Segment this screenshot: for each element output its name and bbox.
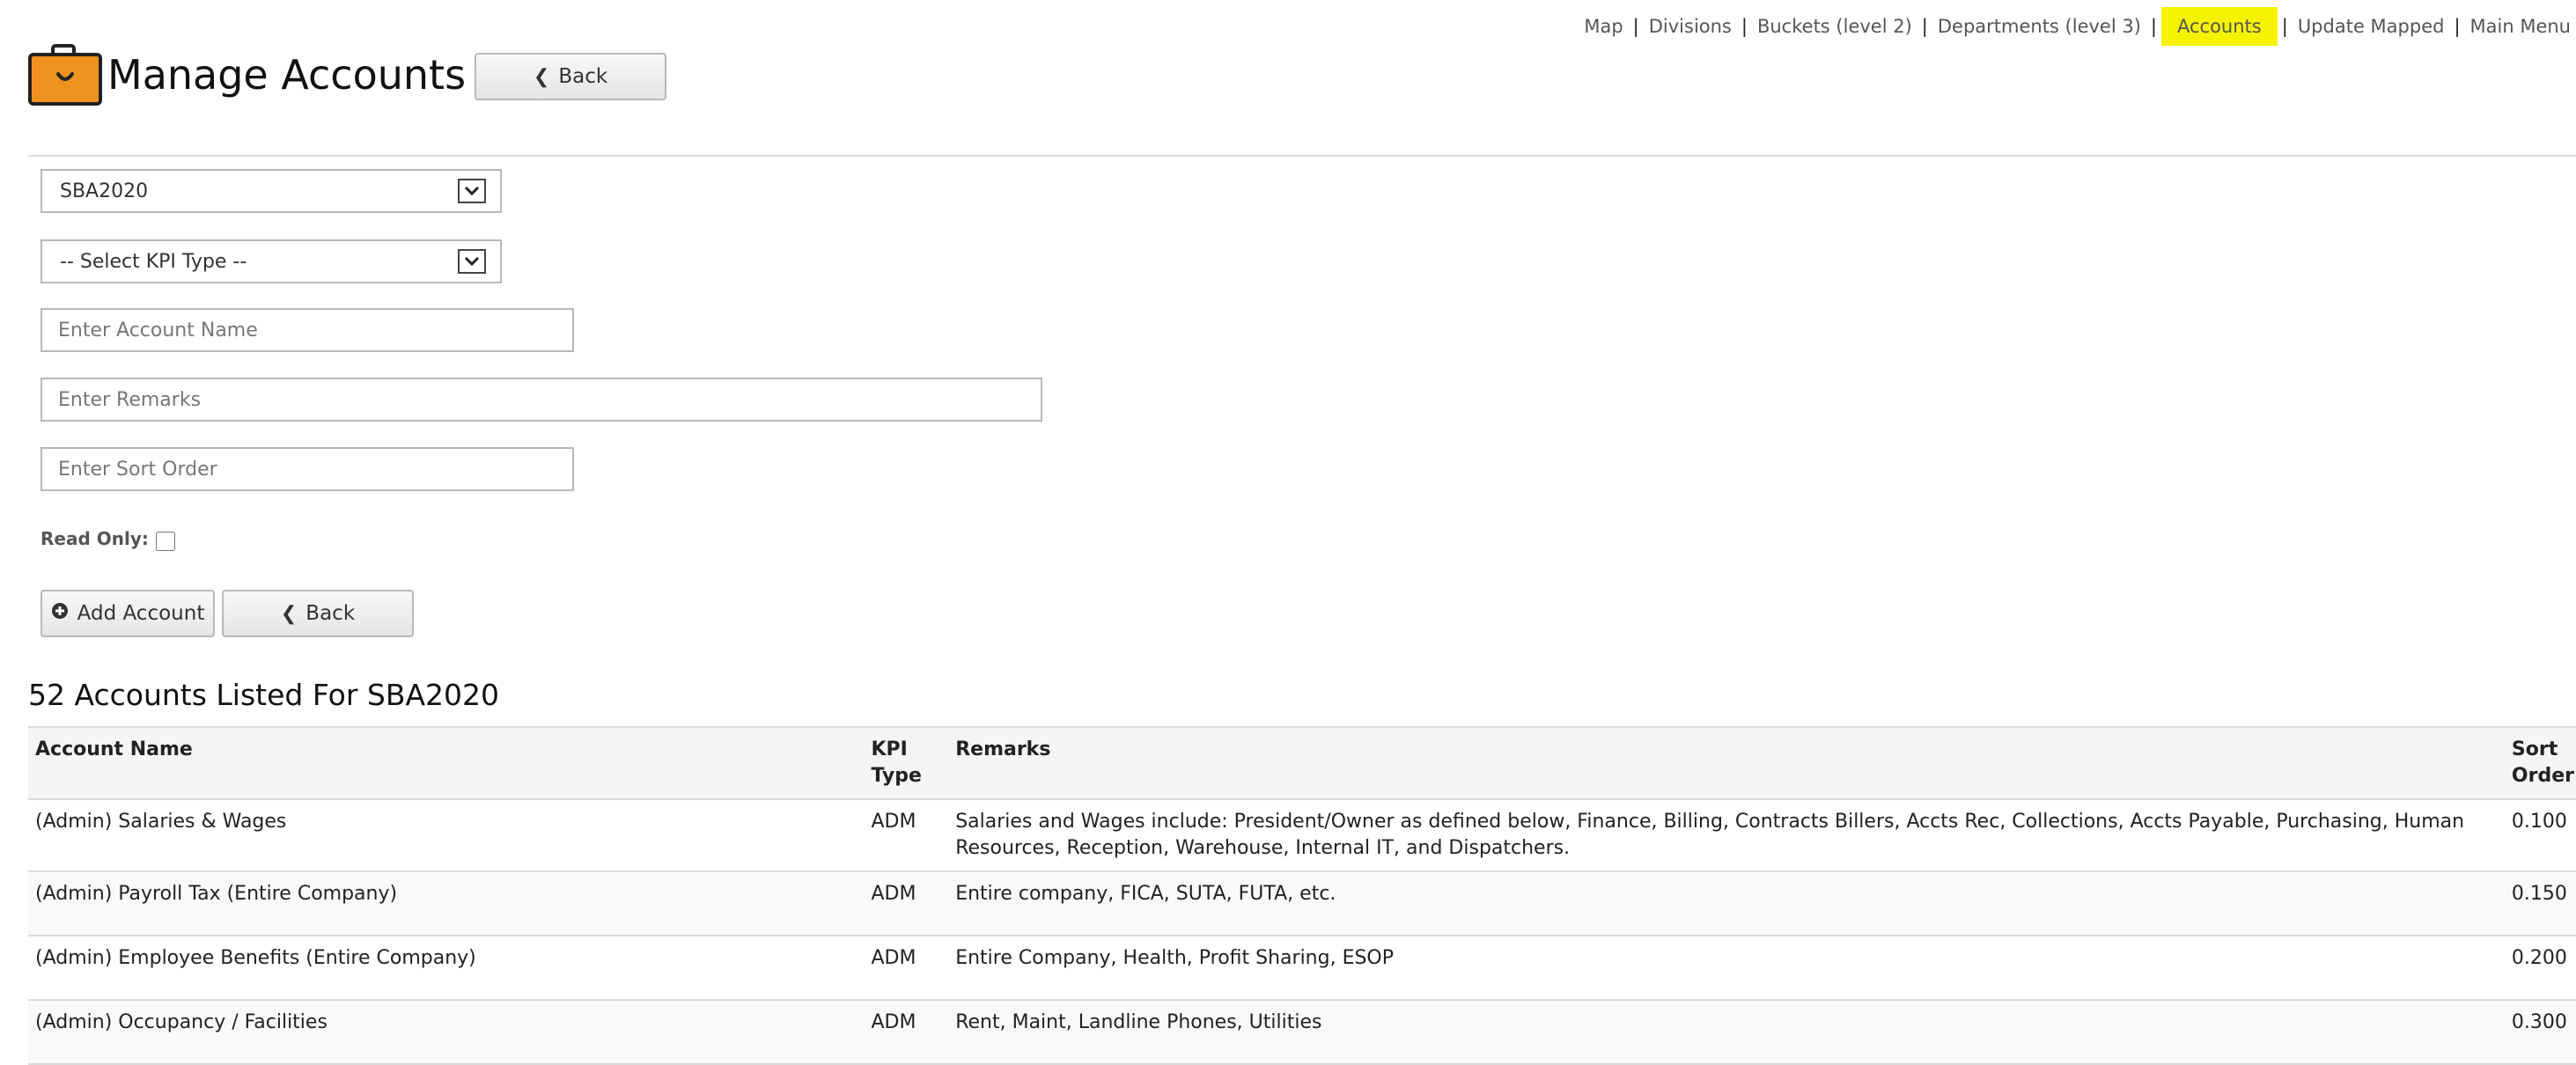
column-header-remarks[interactable]: Remarks xyxy=(948,726,2505,800)
cell-sort-order: 0.100 xyxy=(2504,799,2576,872)
top-nav: Map | Divisions | Buckets (level 2) | De… xyxy=(1579,7,2576,46)
page-header: Manage Accounts ❮ Back xyxy=(28,44,667,106)
header-divider xyxy=(28,155,2576,157)
nav-separator: | xyxy=(2150,16,2157,37)
table-row[interactable]: (Admin) Employee Benefits (Entire Compan… xyxy=(28,936,2576,1001)
add-account-label: Add Account xyxy=(77,602,205,625)
column-header-kpi-type[interactable]: KPI Type xyxy=(864,726,949,800)
nav-separator: | xyxy=(1632,16,1639,37)
nav-separator: | xyxy=(1921,16,1928,37)
cell-kpi-type: ADM xyxy=(864,799,949,872)
account-name-input[interactable] xyxy=(40,308,574,352)
map-select-value: SBA2020 xyxy=(60,180,149,202)
kpi-type-select[interactable]: -- Select KPI Type -- xyxy=(40,239,502,283)
nav-link-main-menu[interactable]: Main Menu xyxy=(2465,7,2576,46)
cell-remarks: Rent, Maint, Landline Phones, Utilities xyxy=(948,1000,2505,1065)
map-select[interactable]: SBA2020 xyxy=(40,169,502,213)
nav-link-divisions[interactable]: Divisions xyxy=(1644,7,1737,46)
cell-account-name: (Admin) Payroll Tax (Entire Company) xyxy=(28,871,865,936)
nav-link-accounts[interactable]: Accounts xyxy=(2161,7,2278,46)
form-actions: Add Account ❮ Back xyxy=(40,590,414,637)
nav-link-buckets[interactable]: Buckets (level 2) xyxy=(1752,7,1917,46)
add-account-button[interactable]: Add Account xyxy=(40,590,215,637)
back-button-label: Back xyxy=(558,65,608,88)
cell-kpi-type: ADM xyxy=(864,871,949,936)
chevron-down-icon[interactable] xyxy=(458,179,486,203)
cell-remarks: Salaries and Wages include: President/Ow… xyxy=(948,799,2505,872)
header-back-button[interactable]: ❮ Back xyxy=(475,53,667,100)
table-row[interactable]: (Admin) Salaries & Wages ADM Salaries an… xyxy=(28,799,2576,872)
sort-order-input[interactable] xyxy=(40,447,574,491)
chevron-left-icon: ❮ xyxy=(533,65,550,88)
nav-separator: | xyxy=(1741,16,1748,37)
cell-kpi-type: ADM xyxy=(864,1000,949,1065)
plus-circle-icon xyxy=(51,602,69,625)
column-header-sort-order[interactable]: Sort Order xyxy=(2504,726,2576,800)
nav-link-update-mapped[interactable]: Update Mapped xyxy=(2293,7,2450,46)
column-header-account-name[interactable]: Account Name xyxy=(28,726,865,800)
cell-account-name: (Admin) Salaries & Wages xyxy=(28,799,865,872)
nav-separator: | xyxy=(2281,16,2288,37)
kpi-type-select-value: -- Select KPI Type -- xyxy=(60,250,247,273)
chevron-left-icon: ❮ xyxy=(280,602,298,625)
cell-account-name: (Admin) Occupancy / Facilities xyxy=(28,1000,865,1065)
table-row[interactable]: (Admin) Payroll Tax (Entire Company) ADM… xyxy=(28,871,2576,936)
table-row[interactable]: (Admin) Occupancy / Facilities ADM Rent,… xyxy=(28,1000,2576,1065)
read-only-label: Read Only: xyxy=(40,528,149,549)
cell-account-name: (Admin) Employee Benefits (Entire Compan… xyxy=(28,936,865,1001)
nav-separator: | xyxy=(2454,16,2461,37)
nav-link-map[interactable]: Map xyxy=(1579,7,1628,46)
table-header-row: Account Name KPI Type Remarks Sort Order xyxy=(28,726,2576,800)
form-back-button[interactable]: ❮ Back xyxy=(222,590,414,637)
page-title: Manage Accounts xyxy=(107,51,467,99)
briefcase-icon xyxy=(28,44,102,106)
accounts-list-heading: 52 Accounts Listed For SBA2020 xyxy=(28,678,500,712)
accounts-table: Account Name KPI Type Remarks Sort Order… xyxy=(28,726,2576,1065)
cell-sort-order: 0.300 xyxy=(2504,1000,2576,1065)
cell-remarks: Entire Company, Health, Profit Sharing, … xyxy=(948,936,2505,1001)
cell-sort-order: 0.150 xyxy=(2504,871,2576,936)
nav-link-departments[interactable]: Departments (level 3) xyxy=(1932,7,2146,46)
cell-sort-order: 0.200 xyxy=(2504,936,2576,1001)
read-only-field: Read Only: xyxy=(40,526,175,551)
chevron-down-icon[interactable] xyxy=(458,249,486,274)
cell-kpi-type: ADM xyxy=(864,936,949,1001)
read-only-checkbox[interactable] xyxy=(155,532,175,551)
back-button-label: Back xyxy=(305,602,356,625)
cell-remarks: Entire company, FICA, SUTA, FUTA, etc. xyxy=(948,871,2505,936)
remarks-input[interactable] xyxy=(40,378,1042,422)
